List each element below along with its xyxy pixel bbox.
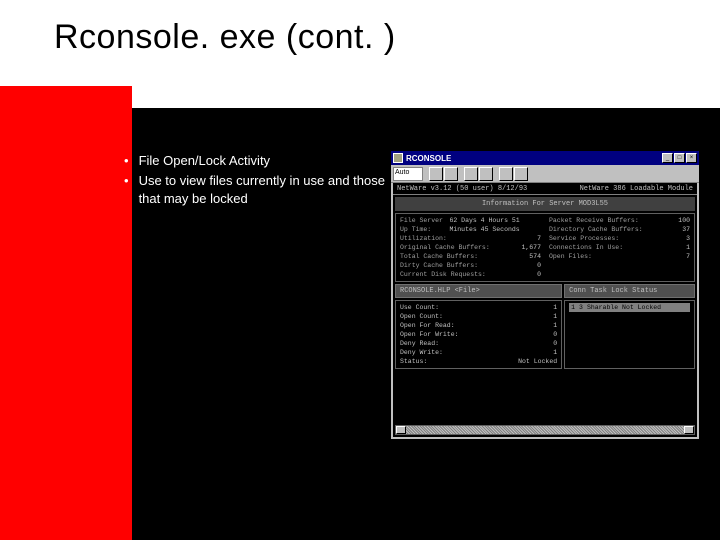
fstat-val: Not Locked (518, 357, 557, 366)
stat-val: 574 (529, 252, 541, 261)
copy-button[interactable] (429, 167, 443, 181)
stat-label: Directory Cache Buffers: (549, 225, 643, 234)
stat-val: 1 (686, 243, 690, 252)
rconsole-window: RCONSOLE _ □ × Auto NetWare v3.12 (50 us… (390, 150, 700, 440)
server-stats: File Server Up Time:62 Days 4 Hours 51 M… (395, 213, 695, 282)
stat-label: Connections In Use: (549, 243, 623, 252)
bullet-text: Use to view files currently in use and t… (139, 172, 394, 208)
bullet-dot-icon: • (124, 152, 129, 170)
stat-label: Total Cache Buffers: (400, 252, 478, 261)
stat-val: 1,677 (521, 243, 541, 252)
terminal-area: NetWare v3.12 (50 user) 8/12/93 NetWare … (393, 183, 697, 437)
stat-label: Service Processes: (549, 234, 619, 243)
stat-label: File Server Up Time: (400, 216, 449, 234)
mark-button[interactable] (464, 167, 478, 181)
lock-status: Sharable Not Locked (587, 304, 661, 311)
window-titlebar: RCONSOLE _ □ × (391, 151, 699, 165)
stat-label: Utilization: (400, 234, 447, 243)
fstat-label: Open For Write: (400, 330, 459, 339)
bullet-text: File Open/Lock Activity (139, 152, 271, 170)
lock-conn: 1 (571, 304, 575, 311)
fstat-label: Open Count: (400, 312, 443, 321)
netware-version: NetWare v3.12 (50 user) 8/12/93 (397, 185, 527, 192)
stat-val: 62 Days 4 Hours 51 Minutes 45 Seconds (449, 216, 541, 234)
paste-button[interactable] (444, 167, 458, 181)
stat-label: Open Files: (549, 252, 592, 261)
scroll-right-button[interactable] (684, 426, 694, 434)
module-label: NetWare 386 Loadable Module (580, 185, 693, 192)
fstat-val: 1 (553, 348, 557, 357)
fstat-label: Open For Read: (400, 321, 455, 330)
file-bar: RCONSOLE.HLP <File> Conn Task Lock Statu… (395, 284, 695, 298)
maximize-button[interactable]: □ (674, 153, 685, 163)
lock-row: 1 3 Sharable Not Locked (569, 303, 690, 312)
fstat-val: 1 (553, 321, 557, 330)
horizontal-scrollbar[interactable] (395, 425, 695, 435)
fstat-label: Status: (400, 357, 427, 366)
lock-task: 3 (579, 304, 583, 311)
font-size-select[interactable]: Auto (393, 167, 423, 181)
fstat-val: 0 (553, 339, 557, 348)
properties-button[interactable] (499, 167, 513, 181)
stat-val: 100 (678, 216, 690, 225)
stat-val: 3 (686, 234, 690, 243)
slide-title: Rconsole. exe (cont. ) (54, 18, 396, 57)
close-button[interactable]: × (686, 153, 697, 163)
window-title: RCONSOLE (406, 154, 662, 163)
stats-right-col: Packet Receive Buffers: 100 Directory Cac… (549, 216, 690, 279)
stat-label: Current Disk Requests: (400, 270, 486, 279)
file-bar-left: RCONSOLE.HLP <File> (395, 284, 562, 298)
stat-label: Packet Receive Buffers: (549, 216, 639, 225)
fstat-label: Deny Write: (400, 348, 443, 357)
stat-val: 0 (537, 261, 541, 270)
term-header: NetWare v3.12 (50 user) 8/12/93 NetWare … (393, 183, 697, 195)
font-button[interactable] (514, 167, 528, 181)
bullet-dot-icon: • (124, 172, 129, 208)
stats-left-col: File Server Up Time:62 Days 4 Hours 51 M… (400, 216, 541, 279)
slide: Rconsole. exe (cont. ) • File Open/Lock … (0, 0, 720, 540)
toolbar: Auto (391, 165, 699, 183)
stat-label: Dirty Cache Buffers: (400, 261, 478, 270)
fstat-label: Deny Read: (400, 339, 439, 348)
stat-val: 37 (682, 225, 690, 234)
server-info-title: Information For Server MOD3L55 (395, 197, 695, 211)
stat-val: 7 (686, 252, 690, 261)
stat-val: 0 (537, 270, 541, 279)
file-stats: Use Count: 1 Open Count: 1 Open For Read: 1… (395, 300, 562, 369)
bullet-item: • File Open/Lock Activity (124, 152, 394, 170)
scroll-left-button[interactable] (396, 426, 406, 434)
minimize-button[interactable]: _ (662, 153, 673, 163)
stat-val: 7 (537, 234, 541, 243)
stat-label: Original Cache Buffers: (400, 243, 490, 252)
bullet-item: • Use to view files currently in use and… (124, 172, 394, 208)
app-icon (393, 153, 403, 163)
file-detail: Use Count: 1 Open Count: 1 Open For Read: 1… (395, 300, 695, 369)
fstat-label: Use Count: (400, 303, 439, 312)
tool-button[interactable] (479, 167, 493, 181)
window-controls: _ □ × (662, 153, 697, 163)
fstat-val: 1 (553, 312, 557, 321)
lock-list: 1 3 Sharable Not Locked (564, 300, 695, 369)
file-bar-right: Conn Task Lock Status (564, 284, 695, 298)
fstat-val: 1 (553, 303, 557, 312)
bullet-list: • File Open/Lock Activity • Use to view … (124, 152, 394, 210)
fstat-val: 0 (553, 330, 557, 339)
